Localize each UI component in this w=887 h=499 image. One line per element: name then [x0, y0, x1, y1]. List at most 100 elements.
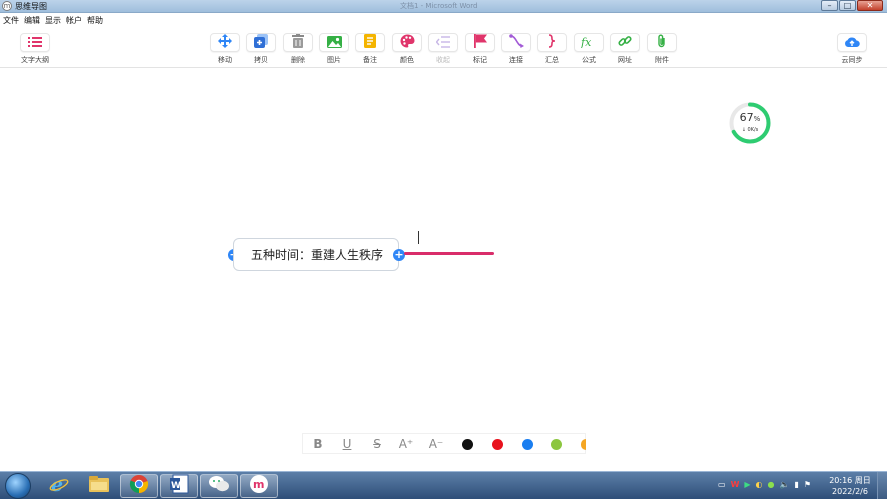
move-button[interactable]: 移动 [210, 33, 240, 65]
add-child-node-icon[interactable]: + [393, 249, 405, 261]
collapse-button[interactable]: 收起 [428, 33, 458, 65]
strikethrough-button[interactable]: S [368, 434, 386, 455]
trash-icon [292, 33, 304, 52]
tray-flag-icon[interactable]: ⚑ [804, 480, 811, 489]
system-tray: ▭ W ▶ ◐ ● 🔈 ▮ ⚑ [718, 480, 811, 489]
flag-label: 标记 [473, 56, 487, 64]
progress-ring: 67% ↓ 0K/s [729, 102, 771, 144]
outline-button[interactable]: 文字大纲 [20, 33, 50, 65]
taskbar: e W m ▭ W ▶ ◐ ● 🔈 ▮ ⚑ 20:16 周日 2022/2/6 [0, 471, 887, 499]
tray-play-icon[interactable]: ▶ [744, 480, 750, 489]
color-button[interactable]: 颜色 [392, 33, 422, 65]
svg-text:fx: fx [581, 36, 592, 48]
title-bar: m 思维导图 文档1 - Microsoft Word – □ ✕ [0, 0, 887, 13]
color-label: 颜色 [400, 56, 414, 64]
formula-button[interactable]: fx 公式 [574, 33, 604, 65]
image-label: 图片 [327, 56, 341, 64]
font-increase-button[interactable]: A⁺ [397, 434, 415, 455]
maximize-button[interactable]: □ [839, 0, 856, 11]
wechat-icon [208, 475, 230, 497]
tray-signal-icon[interactable]: ▮ [794, 480, 798, 489]
connect-label: 连接 [509, 56, 523, 64]
summary-label: 汇总 [545, 56, 559, 64]
show-desktop-button[interactable] [877, 472, 887, 499]
svg-text:m: m [253, 478, 264, 491]
ie-icon: e [49, 474, 69, 498]
branch-line[interactable] [404, 252, 494, 255]
window-title: 思维导图 [15, 2, 47, 11]
image-icon [326, 33, 342, 52]
tray-volume-icon[interactable]: 🔈 [780, 480, 790, 489]
link-label: 网址 [618, 56, 632, 64]
background-window-title: 文档1 - Microsoft Word [400, 2, 478, 10]
flag-button[interactable]: 标记 [465, 33, 495, 65]
taskbar-chrome[interactable] [120, 474, 158, 498]
app-logo-icon: m [2, 1, 12, 11]
mindmap-app-icon: m [249, 474, 269, 498]
menu-help[interactable]: 帮助 [87, 14, 103, 27]
collapse-icon [435, 33, 450, 52]
taskbar-ie[interactable]: e [40, 474, 78, 498]
minimize-button[interactable]: – [821, 0, 838, 11]
link-icon [618, 33, 632, 52]
explorer-icon [88, 475, 110, 497]
progress-speed: 0K/s [747, 127, 759, 133]
menu-account[interactable]: 帐户 [66, 14, 82, 27]
brace-icon [547, 33, 557, 52]
tray-network-icon[interactable]: ◐ [756, 480, 763, 489]
text-cursor [418, 231, 419, 244]
cloud-upload-icon [844, 33, 860, 52]
download-arrow-icon: ↓ [741, 127, 746, 133]
menu-bar: 文件 编辑 显示 帐户 帮助 [0, 14, 887, 27]
chrome-icon [129, 474, 149, 498]
clock-time: 20:16 周日 [829, 476, 871, 485]
taskbar-word[interactable]: W [160, 474, 198, 498]
attachment-button[interactable]: 附件 [647, 33, 677, 65]
note-button[interactable]: 备注 [355, 33, 385, 65]
root-node[interactable]: 五种时间：重建人生秩序 [233, 238, 399, 271]
clock[interactable]: 20:16 周日 2022/2/6 [828, 475, 872, 497]
copy-icon [254, 33, 268, 52]
collapse-label: 收起 [436, 56, 450, 64]
tray-security-icon[interactable]: ● [768, 480, 775, 489]
color-swatch-blue[interactable] [522, 439, 533, 450]
format-bar: B U S A⁺ A⁻ [302, 433, 586, 454]
flag-icon [473, 33, 487, 52]
underline-button[interactable]: U [338, 434, 356, 455]
menu-edit[interactable]: 编辑 [24, 14, 40, 27]
list-icon [28, 33, 42, 52]
paperclip-icon [657, 33, 667, 52]
taskbar-mindmap[interactable]: m [240, 474, 278, 498]
font-decrease-button[interactable]: A⁻ [427, 434, 445, 455]
copy-button[interactable]: 拷贝 [246, 33, 276, 65]
menu-file[interactable]: 文件 [3, 14, 19, 27]
bold-button[interactable]: B [309, 434, 327, 455]
color-swatch-black[interactable] [462, 439, 473, 450]
copy-label: 拷贝 [254, 56, 268, 64]
cloud-sync-button[interactable]: 云同步 [837, 33, 867, 65]
cloud-sync-label: 云同步 [841, 56, 863, 64]
note-label: 备注 [363, 56, 377, 64]
summary-button[interactable]: 汇总 [537, 33, 567, 65]
connect-button[interactable]: 连接 [501, 33, 531, 65]
image-button[interactable]: 图片 [319, 33, 349, 65]
move-icon [218, 33, 232, 52]
formula-icon: fx [580, 33, 597, 52]
tray-wps-icon[interactable]: W [731, 480, 740, 489]
color-swatch-red[interactable] [492, 439, 503, 450]
close-button[interactable]: ✕ [857, 0, 883, 11]
word-icon: W [169, 474, 189, 498]
tray-keyboard-icon[interactable]: ▭ [718, 480, 726, 489]
color-swatch-orange[interactable] [581, 439, 586, 450]
attachment-label: 附件 [655, 56, 669, 64]
toolbar: 文字大纲 移动 拷贝 删除 图片 备注 颜色 收起 标记 连接 汇总 fx 公式… [0, 27, 887, 68]
delete-button[interactable]: 删除 [283, 33, 313, 65]
link-button[interactable]: 网址 [610, 33, 640, 65]
taskbar-wechat[interactable] [200, 474, 238, 498]
menu-view[interactable]: 显示 [45, 14, 61, 27]
color-swatch-green[interactable] [551, 439, 562, 450]
note-icon [364, 33, 376, 52]
root-node-text[interactable]: 五种时间：重建人生秩序 [234, 239, 400, 272]
start-button[interactable] [5, 473, 31, 499]
taskbar-explorer[interactable] [80, 474, 118, 498]
